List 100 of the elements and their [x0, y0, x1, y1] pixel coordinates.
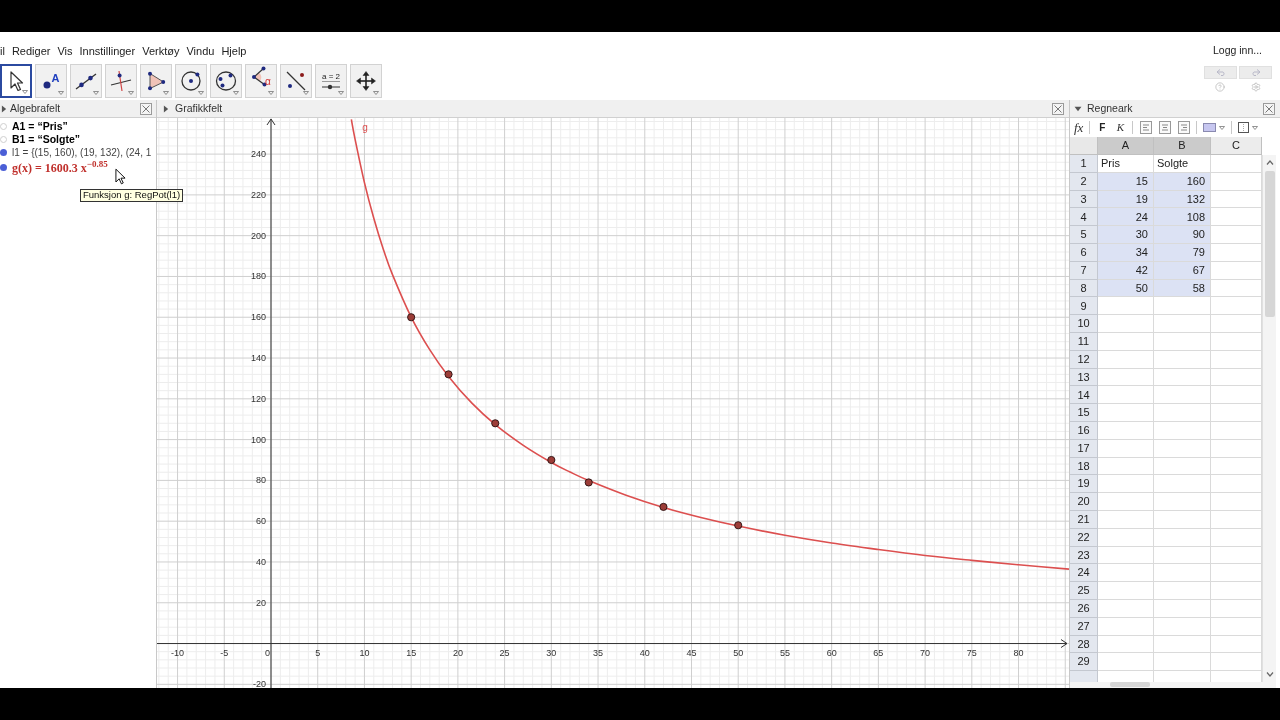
- table-cell[interactable]: [1211, 564, 1262, 583]
- table-cell[interactable]: [1098, 297, 1154, 316]
- menu-item[interactable]: Hjelp: [221, 42, 247, 60]
- close-button[interactable]: [1052, 102, 1064, 115]
- x-tick-label: 65: [873, 647, 884, 658]
- tool-button[interactable]: α: [245, 64, 277, 98]
- table-cell[interactable]: [1211, 315, 1262, 333]
- scrollbar-thumb[interactable]: [1264, 171, 1275, 317]
- y-tick-label: 120: [250, 393, 266, 404]
- row-header[interactable]: 10: [1070, 315, 1098, 333]
- table-cell[interactable]: [1211, 155, 1262, 173]
- x-tick-label: 35: [593, 647, 604, 658]
- x-tick-label: 25: [499, 647, 510, 658]
- row-header[interactable]: 1: [1070, 155, 1098, 173]
- bold-button[interactable]: F: [1094, 119, 1111, 136]
- login-button[interactable]: Logg inn...: [1212, 43, 1262, 59]
- slider-icon: [321, 84, 341, 90]
- table-cell[interactable]: [1154, 582, 1211, 600]
- horizontal-scrollbar[interactable]: [1070, 682, 1276, 688]
- chevron-up-icon[interactable]: [1265, 160, 1274, 165]
- menu-item[interactable]: il: [0, 42, 5, 60]
- row-header[interactable]: 14: [1070, 386, 1098, 405]
- table-cell[interactable]: [1154, 404, 1211, 422]
- table-cell[interactable]: [1098, 386, 1154, 405]
- menu-item[interactable]: Vis: [57, 42, 73, 60]
- row-header[interactable]: 19: [1070, 475, 1098, 494]
- help-icon[interactable]: [1215, 82, 1225, 92]
- table-cell[interactable]: [1154, 493, 1211, 511]
- table-cell[interactable]: [1154, 564, 1211, 583]
- menu-item[interactable]: Verktøy: [142, 42, 180, 60]
- collapse-triangle-icon[interactable]: [1074, 105, 1082, 112]
- table-cell[interactable]: [1211, 208, 1262, 227]
- table-cell[interactable]: [1154, 475, 1211, 494]
- vertical-scrollbar[interactable]: [1262, 155, 1276, 682]
- table-cell[interactable]: [1098, 315, 1154, 333]
- caret-icon: [163, 91, 169, 95]
- table-cell[interactable]: [1211, 386, 1262, 405]
- close-button[interactable]: [140, 102, 152, 115]
- column-header[interactable]: B: [1154, 137, 1211, 155]
- align-left-button[interactable]: [1137, 119, 1155, 136]
- row-header[interactable]: 15: [1070, 404, 1098, 422]
- align-center-button[interactable]: [1156, 119, 1174, 136]
- table-cell[interactable]: [1211, 226, 1262, 244]
- chevron-down-icon[interactable]: [1265, 672, 1274, 677]
- formula-button[interactable]: fx: [1072, 119, 1086, 136]
- row-header[interactable]: 29: [1070, 653, 1098, 672]
- table-cell[interactable]: [1211, 582, 1262, 600]
- row-header[interactable]: [1070, 671, 1098, 682]
- caret-icon: [22, 90, 28, 94]
- table-cell[interactable]: [1211, 297, 1262, 316]
- table-cell[interactable]: [1211, 653, 1262, 672]
- table-cell[interactable]: [1154, 315, 1211, 333]
- table-cell[interactable]: [1154, 297, 1211, 316]
- tool-button[interactable]: [0, 64, 32, 98]
- x-tick-label: -5: [220, 647, 229, 658]
- table-cell[interactable]: [1098, 653, 1154, 672]
- row-header[interactable]: 9: [1070, 297, 1098, 316]
- tool-button[interactable]: A: [35, 64, 67, 98]
- table-cell[interactable]: 108: [1154, 208, 1211, 227]
- row-header[interactable]: 4: [1070, 208, 1098, 227]
- tool-button[interactable]: a = 2: [315, 64, 347, 98]
- table-cell[interactable]: [1154, 386, 1211, 405]
- expand-triangle-icon[interactable]: [1, 104, 7, 113]
- table-cell[interactable]: [1098, 493, 1154, 511]
- table-cell[interactable]: [1211, 475, 1262, 494]
- table-cell[interactable]: [1098, 475, 1154, 494]
- table-cell[interactable]: [1211, 493, 1262, 511]
- table-cell[interactable]: [1098, 582, 1154, 600]
- algebra-entry[interactable]: g(x) = 1600.3 x$^{−0.85}$: [12, 158, 108, 177]
- row-header[interactable]: 20: [1070, 493, 1098, 511]
- row-header[interactable]: 25: [1070, 582, 1098, 600]
- settings-icon[interactable]: [1251, 82, 1261, 92]
- x-tick-label: 75: [966, 647, 977, 658]
- align-right-button[interactable]: [1175, 119, 1193, 136]
- italic-button[interactable]: K: [1112, 119, 1129, 136]
- scrollbar-thumb[interactable]: [1110, 682, 1150, 687]
- algebra-entry[interactable]: l1 = {(15, 160), (19, 132), (24, 1: [12, 145, 152, 160]
- table-cell[interactable]: 90: [1154, 226, 1211, 244]
- table-cell[interactable]: 24: [1098, 208, 1154, 227]
- table-cell[interactable]: [1098, 404, 1154, 422]
- border-button[interactable]: [1236, 119, 1261, 136]
- menu-item[interactable]: Vindu: [186, 42, 215, 60]
- table-cell[interactable]: 30: [1098, 226, 1154, 244]
- table-cell[interactable]: Pris: [1098, 155, 1154, 173]
- table-cell[interactable]: Solgte: [1154, 155, 1211, 173]
- table-cell[interactable]: [1154, 653, 1211, 672]
- table-cell[interactable]: [1098, 564, 1154, 583]
- corner-header[interactable]: [1070, 137, 1098, 155]
- row-header[interactable]: 5: [1070, 226, 1098, 244]
- close-button[interactable]: [1263, 102, 1275, 115]
- menu-item[interactable]: Innstillinger: [79, 42, 136, 60]
- row-header[interactable]: 24: [1070, 564, 1098, 583]
- table-cell[interactable]: [1211, 404, 1262, 422]
- y-tick-label: 100: [250, 434, 266, 445]
- tooltip: Funksjon g: RegPot(l1): [80, 189, 184, 202]
- column-header[interactable]: C: [1211, 137, 1262, 155]
- point-icon: [42, 81, 51, 89]
- column-header[interactable]: A: [1098, 137, 1154, 155]
- menu-item[interactable]: Rediger: [11, 42, 51, 60]
- expand-triangle-icon[interactable]: [163, 104, 169, 113]
